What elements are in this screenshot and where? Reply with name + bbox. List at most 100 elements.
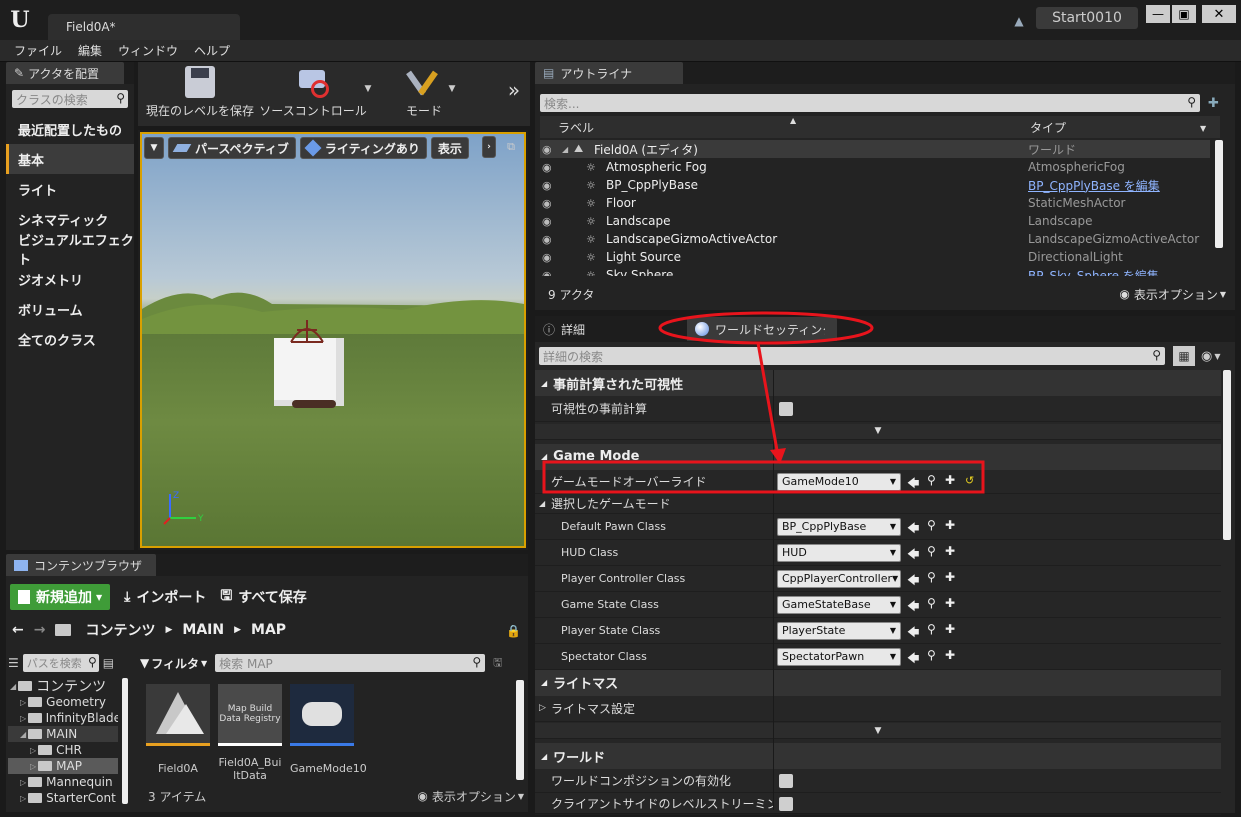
level-tab[interactable]: Field0A* xyxy=(48,14,240,40)
folder-tree-item[interactable]: ▷ StarterCont xyxy=(8,790,118,806)
browse-search-icon[interactable]: ⚲ xyxy=(927,596,936,610)
tree-expand-arrow-icon[interactable]: ▷ xyxy=(20,794,26,803)
viewport[interactable]: Z Y ▼ パースペクティブ ライティングあり 表示 › ⧉ xyxy=(138,130,528,550)
tree-toggle-icon[interactable]: ☰ xyxy=(8,656,19,670)
advanced-expand-row[interactable]: ▼ xyxy=(535,423,1221,440)
category-all-classes[interactable]: 全てのクラス xyxy=(6,324,134,354)
plus-icon[interactable]: ✚ xyxy=(945,544,955,558)
tree-expand-arrow-icon[interactable]: ▷ xyxy=(30,762,36,771)
outliner-row-type[interactable]: BP_CppPlyBase を編集 xyxy=(1028,177,1160,194)
outliner-row-type[interactable]: BP_Sky_Sphere を編集 xyxy=(1028,267,1159,277)
outliner-scrollbar[interactable] xyxy=(1215,140,1223,248)
arrow-left-icon[interactable]: 🡄 xyxy=(907,597,919,618)
eye-icon[interactable]: ◉ xyxy=(542,251,552,264)
player-box[interactable] xyxy=(274,338,344,406)
outliner-row[interactable]: ◉ ☼ Sky Sphere BP_Sky_Sphere を編集 xyxy=(540,266,1210,276)
folder-tree-item[interactable]: ▷ CHR xyxy=(8,742,118,758)
tree-expand-arrow-icon[interactable]: ▷ xyxy=(20,698,26,707)
modes-button[interactable]: モード xyxy=(392,66,456,122)
add-folder-icon[interactable]: ✚ xyxy=(1208,96,1219,111)
menu-window[interactable]: ウィンドウ xyxy=(110,42,186,59)
breadcrumb-map[interactable]: MAP xyxy=(251,622,286,638)
browse-search-icon[interactable]: ⚲ xyxy=(927,648,936,662)
tab-details[interactable]: ⓘ 詳細 xyxy=(535,316,655,342)
path-search-input[interactable]: パスを検索 ⚲ xyxy=(22,654,99,672)
category-visual-effects[interactable]: ビジュアルエフェクト xyxy=(6,234,134,268)
class-select[interactable]: HUD ▼ xyxy=(777,543,901,562)
outliner-row[interactable]: ◉ ☼ Floor StaticMeshActor xyxy=(540,194,1210,212)
class-select[interactable]: PlayerState ▼ xyxy=(777,621,901,640)
arrow-left-icon[interactable]: 🡄 xyxy=(907,649,919,670)
maximize-viewport-icon[interactable]: ⧉ xyxy=(504,140,518,154)
folder-tree-item[interactable]: ▷ MAP xyxy=(8,758,118,774)
folder-tree-item[interactable]: ▷ Mannequin xyxy=(8,774,118,790)
game-mode-override-select[interactable]: GameMode10 ▼ xyxy=(777,472,901,491)
perspective-button[interactable]: パースペクティブ xyxy=(168,137,296,159)
class-select[interactable]: CppPlayerController ▼ xyxy=(777,569,901,588)
eye-icon[interactable]: ◉ xyxy=(542,215,552,228)
category-basic[interactable]: 基本 xyxy=(6,144,134,174)
asset-scrollbar[interactable] xyxy=(516,680,524,780)
maximize-button[interactable]: ▣ xyxy=(1172,5,1196,23)
details-search-input[interactable]: 詳細の検索 ⚲ xyxy=(539,347,1165,365)
plus-icon[interactable]: ✚ xyxy=(945,648,955,662)
category-recent[interactable]: 最近配置したもの xyxy=(6,114,134,144)
lock-icon[interactable]: 🔒 xyxy=(506,624,521,638)
show-button[interactable]: 表示 xyxy=(430,137,469,159)
tree-expand-arrow-icon[interactable]: ▷ xyxy=(20,778,26,787)
outliner-row[interactable]: ◉ ☼ Light Source DirectionalLight xyxy=(540,248,1210,266)
eye-icon[interactable]: ◉ xyxy=(542,161,552,174)
graduation-cap-icon[interactable]: ▲ xyxy=(1010,14,1028,28)
forward-arrow-icon[interactable]: → xyxy=(34,622,46,638)
chevron-down-icon[interactable]: ▼ xyxy=(1200,124,1206,133)
browse-search-icon[interactable]: ⚲ xyxy=(927,570,936,584)
eye-icon[interactable]: ◉ xyxy=(542,179,552,192)
source-control-button[interactable]: ソースコントロール xyxy=(258,66,368,122)
save-level-button[interactable]: 現在のレベルを保存 xyxy=(142,66,258,122)
outliner-row[interactable]: ◉ ☼ LandscapeGizmoActiveActor LandscapeGizm… xyxy=(540,230,1210,248)
tree-expand-arrow-icon[interactable]: ▷ xyxy=(30,746,36,755)
class-search-input[interactable]: クラスの検索 ⚲ xyxy=(12,90,128,108)
menu-file[interactable]: ファイル xyxy=(6,42,70,59)
eye-icon[interactable]: ◉ xyxy=(542,197,552,210)
eye-icon[interactable]: ◉ xyxy=(542,269,552,277)
plus-icon[interactable]: ✚ xyxy=(945,622,955,636)
arrow-left-icon[interactable]: 🡄 xyxy=(907,519,919,540)
outliner-row[interactable]: ◉ ☼ BP_CppPlyBase BP_CppPlyBase を編集 xyxy=(540,176,1210,194)
section-world[interactable]: ◢ ワールド xyxy=(535,743,1221,769)
asset-tile-field0a[interactable]: Field0A xyxy=(146,684,210,775)
close-button[interactable]: ✕ xyxy=(1202,5,1236,23)
asset-search-input[interactable]: 検索 MAP ⚲ xyxy=(215,654,486,672)
view-options-button[interactable]: ◉ 表示オプション ▼ xyxy=(417,788,524,805)
outliner-row[interactable]: ◉ ◢ ⛰ Field0A (エディタ) ワールド xyxy=(540,140,1210,158)
browse-search-icon[interactable]: ⚲ xyxy=(927,622,936,636)
class-select[interactable]: SpectatorPawn ▼ xyxy=(777,647,901,666)
folder-tree-item[interactable]: ▷ InfinityBlade xyxy=(8,710,118,726)
class-select[interactable]: BP_CppPlyBase ▼ xyxy=(777,517,901,536)
section-game-mode[interactable]: ◢ Game Mode xyxy=(535,443,1221,470)
viewport-scene[interactable]: Z Y xyxy=(140,132,526,548)
chevron-down-icon[interactable]: ▼ xyxy=(1214,352,1220,361)
save-all-button[interactable]: 🖫 すべて保存 xyxy=(220,585,306,609)
outliner-row[interactable]: ◉ ☼ Landscape Landscape xyxy=(540,212,1210,230)
eye-icon[interactable]: ◉ xyxy=(542,143,552,156)
property-matrix-icon[interactable]: ▦ xyxy=(1173,346,1195,366)
tree-expand-arrow-icon[interactable]: ◢ xyxy=(10,682,16,691)
minimize-button[interactable]: — xyxy=(1146,5,1170,23)
plus-icon[interactable]: ✚ xyxy=(945,596,955,610)
unreal-logo-icon[interactable]: U xyxy=(6,6,34,34)
save-search-icon[interactable]: 🖫 xyxy=(493,654,502,673)
selected-game-mode-row[interactable]: ◢ 選択したゲームモード xyxy=(535,494,1221,514)
outliner-view-options-button[interactable]: ◉ 表示オプション ▼ xyxy=(1119,286,1226,303)
tab-outliner[interactable]: ▤ アウトライナ xyxy=(535,62,683,84)
filter-button[interactable]: ▼ フィルタ ▼ xyxy=(140,655,207,672)
list-view-icon[interactable]: ▤ xyxy=(103,656,114,670)
browse-search-icon[interactable]: ⚲ xyxy=(927,473,936,487)
section-precomputed-visibility[interactable]: ◢ 事前計算された可視性 xyxy=(535,370,1221,396)
folder-tree-item[interactable]: ▷ Geometry xyxy=(8,694,118,710)
section-lightmass[interactable]: ◢ ライトマス xyxy=(535,669,1221,696)
tree-expand-arrow-icon[interactable]: ▷ xyxy=(20,714,26,723)
chevron-down-icon[interactable]: ▼ xyxy=(446,84,458,94)
menu-help[interactable]: ヘルプ xyxy=(186,42,238,59)
class-select[interactable]: GameStateBase ▼ xyxy=(777,595,901,614)
